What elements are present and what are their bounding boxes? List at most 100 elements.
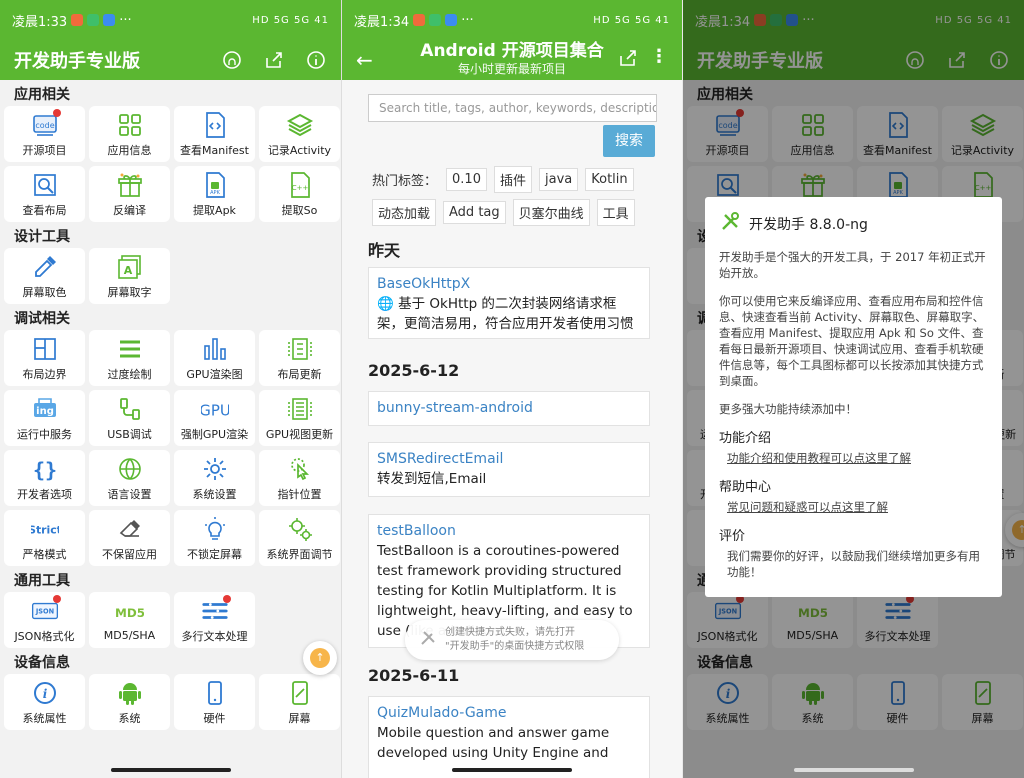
- tool-tile[interactable]: MD5 MD5/SHA: [89, 592, 170, 648]
- tool-tile[interactable]: 过度绘制: [89, 330, 170, 386]
- tool-tile[interactable]: 布局更新: [259, 330, 340, 386]
- project-card[interactable]: bunny-stream-android: [368, 391, 650, 426]
- tools-icon: [419, 629, 437, 652]
- tool-label: MD5/SHA: [103, 629, 156, 642]
- tool-tile[interactable]: Strict 严格模式: [4, 510, 85, 566]
- tool-tile[interactable]: 记录Activity: [259, 106, 340, 162]
- tool-label: 语言设置: [107, 487, 152, 501]
- tool-label: 过度绘制: [107, 367, 152, 381]
- project-card[interactable]: SMSRedirectEmail 转发到短信,Email: [368, 442, 650, 497]
- tag[interactable]: 插件: [493, 166, 532, 193]
- rating-text[interactable]: 我们需要你的好评，以鼓励我们继续增加更多有用功能！: [727, 548, 988, 580]
- project-name[interactable]: QuizMulado-Game: [377, 703, 641, 723]
- project-card[interactable]: BaseOkHttpX 🌐 基于 OkHttp 的二次封装网络请求框架，更简洁易…: [368, 267, 650, 339]
- feature-intro-link[interactable]: 功能介绍和使用教程可以点这里了解: [727, 450, 988, 466]
- tool-tile[interactable]: 屏幕取色: [4, 248, 85, 304]
- cpp-file-icon: C++: [286, 171, 314, 199]
- tool-tile[interactable]: 查看布局: [4, 166, 85, 222]
- tool-tile[interactable]: A 屏幕取字: [89, 248, 170, 304]
- layout-bounds-icon: [31, 335, 59, 363]
- app-bar: 开发助手专业版: [0, 40, 341, 80]
- badge-dot: [53, 109, 61, 117]
- tool-tile[interactable]: 不保留应用: [89, 510, 170, 566]
- running-service-icon: ing: [31, 395, 59, 423]
- tool-tile[interactable]: 多行文本处理: [174, 592, 255, 648]
- tag[interactable]: java: [538, 168, 579, 191]
- gesture-bar[interactable]: [452, 768, 572, 772]
- tool-tile[interactable]: C++ 提取So: [259, 166, 340, 222]
- tool-tile[interactable]: 反编译: [89, 166, 170, 222]
- notification-icon: [413, 14, 426, 26]
- svg-text:i: i: [42, 687, 47, 701]
- tool-tile[interactable]: GPU渲染图: [174, 330, 255, 386]
- share-icon[interactable]: [618, 48, 638, 72]
- tool-tile[interactable]: {} 开发者选项: [4, 450, 85, 506]
- tool-label: GPU视图更新: [265, 427, 334, 441]
- tag[interactable]: 动态加载: [372, 199, 437, 226]
- tool-tile[interactable]: 系统: [89, 674, 170, 730]
- tool-tile[interactable]: 硬件: [174, 674, 255, 730]
- project-name[interactable]: SMSRedirectEmail: [377, 449, 641, 469]
- tool-tile[interactable]: 指针位置: [259, 450, 340, 506]
- tool-tile[interactable]: 语言设置: [89, 450, 170, 506]
- section-title: 应用相关: [14, 87, 70, 103]
- date-header: 2025-6-12: [368, 361, 460, 380]
- tag[interactable]: Kotlin: [585, 168, 634, 191]
- help-center-link[interactable]: 常见问题和疑惑可以点这里了解: [727, 499, 988, 515]
- gesture-bar[interactable]: [793, 768, 914, 772]
- tool-tile[interactable]: APK 提取Apk: [174, 166, 255, 222]
- apk-file-icon: APK: [201, 171, 229, 199]
- pointer-icon: ↑: [310, 648, 330, 668]
- tool-label: 指针位置: [277, 487, 322, 501]
- tool-tile[interactable]: 系统界面调节: [259, 510, 340, 566]
- tool-grid: 屏幕取色 A 屏幕取字: [0, 248, 341, 304]
- hot-tags-row: 热门标签： 0.10 插件 java Kotlin: [372, 166, 634, 193]
- tool-tile[interactable]: 系统设置: [174, 450, 255, 506]
- tool-tile[interactable]: 屏幕: [259, 674, 340, 730]
- dialog-paragraph: 你可以使用它来反编译应用、查看应用布局和控件信息、快速查看当前 Activity…: [719, 294, 985, 388]
- tag[interactable]: 0.10: [446, 168, 487, 191]
- tool-tile[interactable]: GPU视图更新: [259, 390, 340, 446]
- strict-icon: Strict: [31, 515, 59, 543]
- date-header: 昨天: [368, 241, 401, 260]
- github-icon[interactable]: [221, 49, 243, 71]
- about-dialog: 开发助手 8.8.0-ng 开发助手是个强大的开发工具，于 2017 年初正式开…: [705, 197, 1002, 597]
- tool-tile[interactable]: 查看Manifest: [174, 106, 255, 162]
- project-name[interactable]: testBalloon: [377, 521, 641, 541]
- tool-grid: code 开源项目 应用信息 查看Manifest 记录Activity 查看布局 反编译 A…: [0, 106, 341, 222]
- floating-button[interactable]: ↑: [303, 641, 337, 675]
- tool-label: 不锁定屏幕: [187, 547, 242, 561]
- hot-tags-label: 热门标签：: [372, 174, 438, 189]
- help-center-heading: 帮助中心: [719, 480, 772, 495]
- tool-label: 硬件: [203, 711, 226, 725]
- svg-text:code: code: [35, 121, 54, 130]
- gesture-bar[interactable]: [110, 768, 231, 772]
- tag[interactable]: 贝塞尔曲线: [512, 199, 590, 226]
- tool-tile[interactable]: code 开源项目: [4, 106, 85, 162]
- tool-tile[interactable]: ing 运行中服务: [4, 390, 85, 446]
- project-name[interactable]: bunny-stream-android: [377, 398, 641, 418]
- share-icon[interactable]: [263, 49, 285, 71]
- tool-tile[interactable]: GPU 强制GPU渲染: [174, 390, 255, 446]
- tool-tile[interactable]: 应用信息: [89, 106, 170, 162]
- tag[interactable]: 工具: [596, 199, 635, 226]
- tool-tile[interactable]: 不锁定屏幕: [174, 510, 255, 566]
- project-card[interactable]: QuizMulado-Game Mobile question and answ…: [368, 696, 650, 778]
- section-title: 通用工具: [14, 573, 70, 589]
- project-name[interactable]: BaseOkHttpX: [377, 274, 641, 294]
- tag[interactable]: Add tag: [443, 201, 506, 224]
- more-vert-icon[interactable]: ⋮: [650, 46, 668, 67]
- tool-label: 系统设置: [192, 487, 237, 501]
- search-input[interactable]: Search title, tags, author, keywords, de…: [368, 94, 657, 122]
- search-button[interactable]: 搜索: [603, 125, 655, 157]
- globe-icon: [116, 455, 144, 483]
- tool-label: 屏幕取色: [22, 285, 67, 299]
- tool-tile[interactable]: USB调试: [89, 390, 170, 446]
- tool-tile[interactable]: 布局边界: [4, 330, 85, 386]
- tool-tile[interactable]: JSON JSON格式化: [4, 592, 85, 648]
- svg-text:GPU: GPU: [201, 401, 229, 419]
- info-icon[interactable]: [305, 49, 327, 71]
- apps-grid-icon: [116, 111, 144, 139]
- status-bar: 凌晨1:34 ··· HD 5G 5G 41: [342, 0, 682, 40]
- tool-tile[interactable]: i 系统属性: [4, 674, 85, 730]
